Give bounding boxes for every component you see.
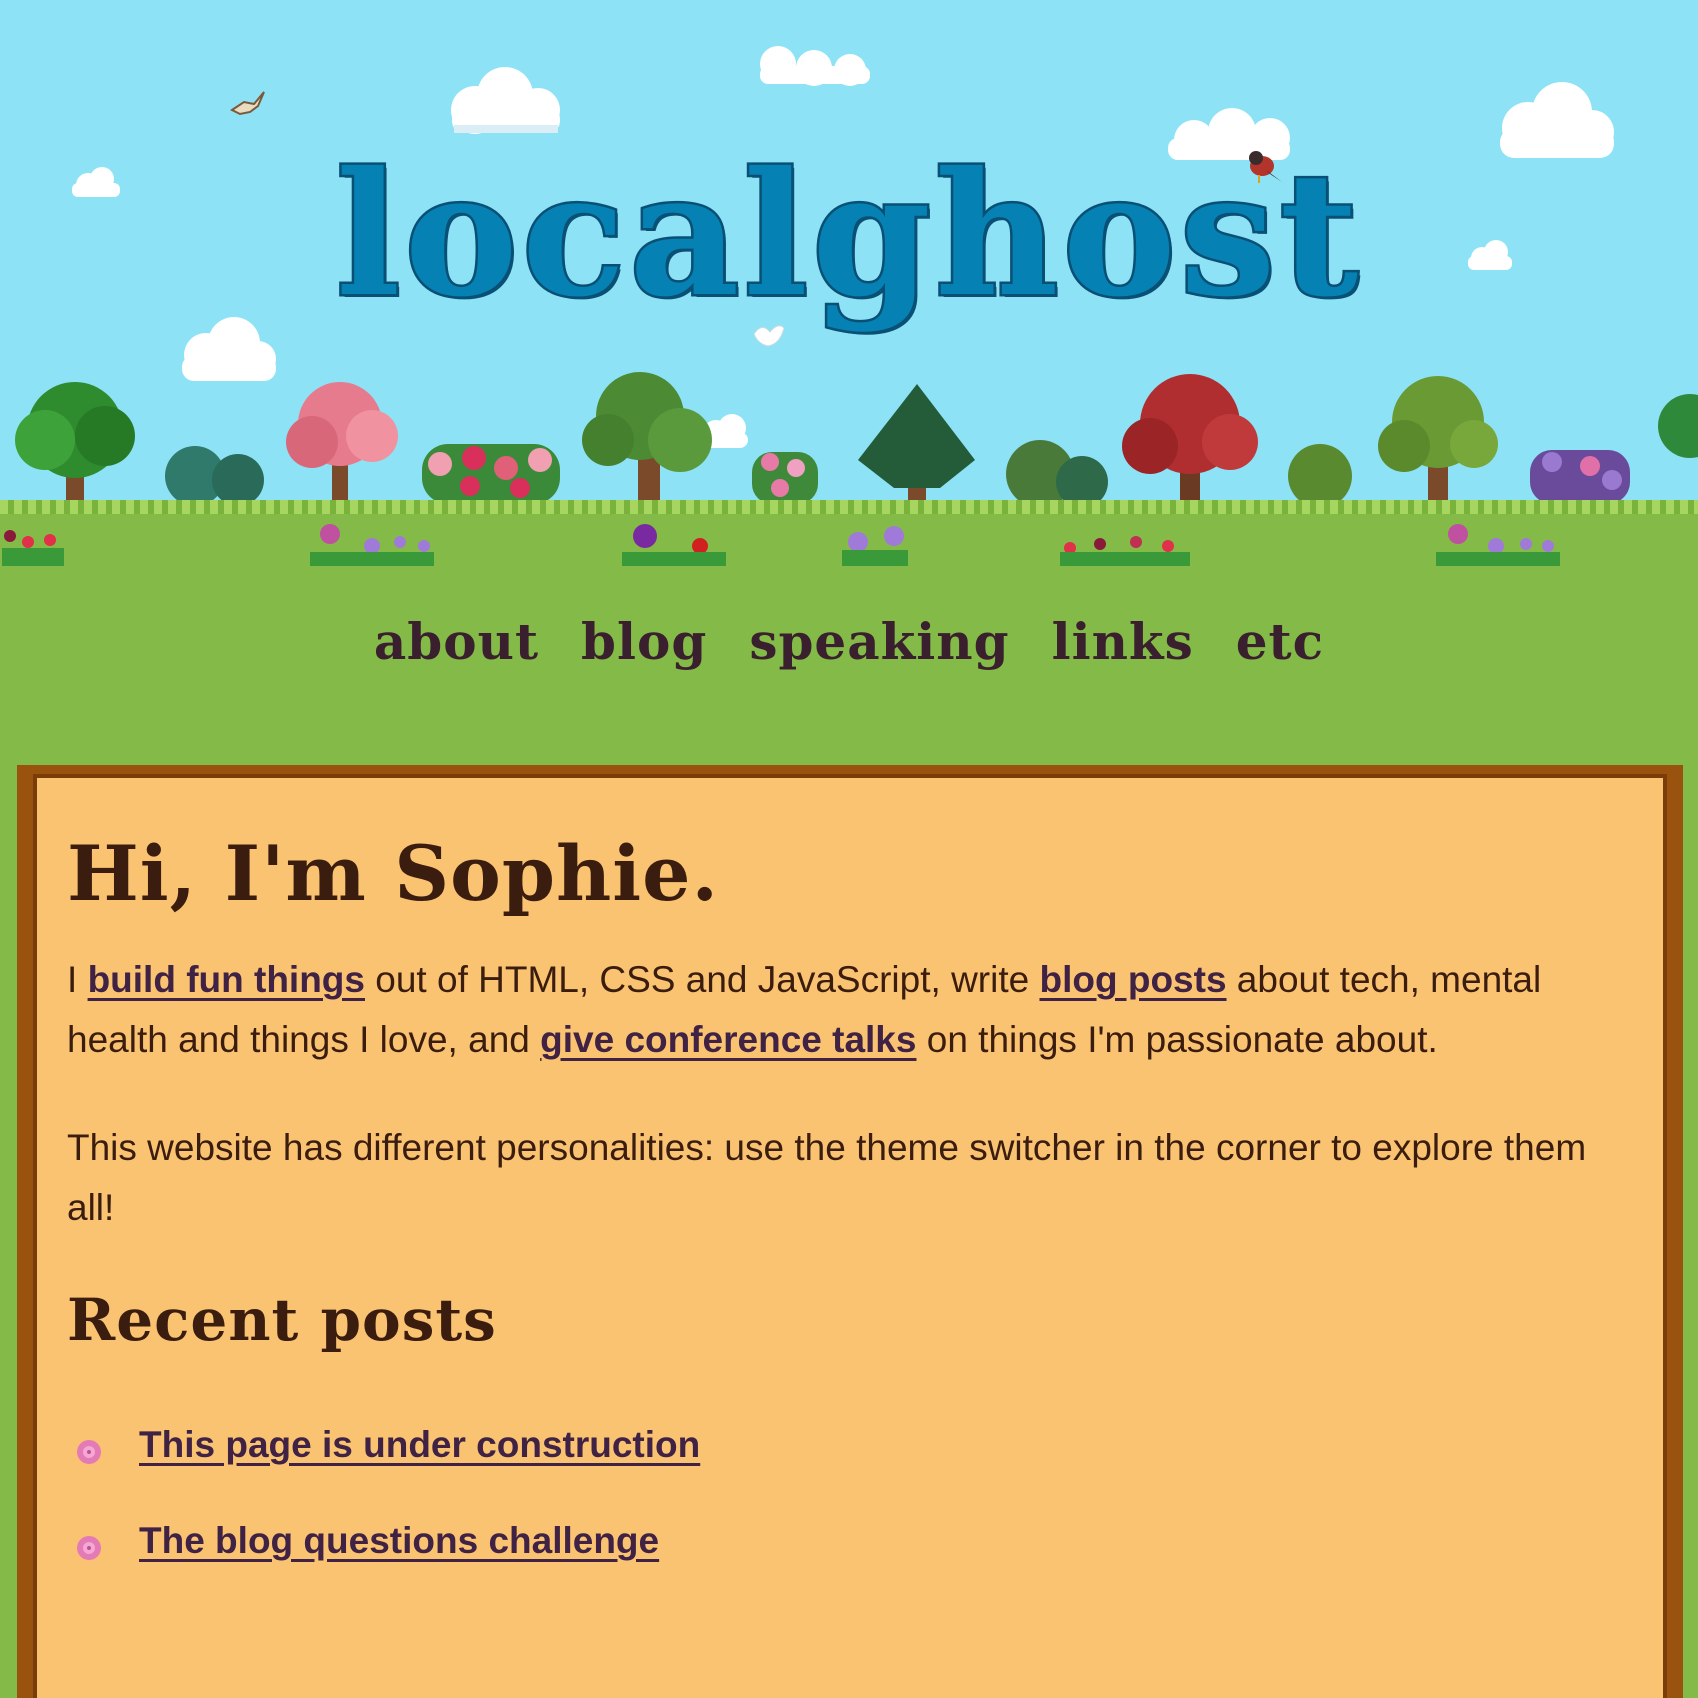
recent-posts-heading: Recent posts [67, 1286, 497, 1354]
flower-icon [1436, 524, 1560, 566]
flower-bullet-icon [75, 1438, 103, 1466]
nav-links[interactable]: links [1052, 612, 1194, 671]
conference-talks-link[interactable]: give conference talks [540, 1019, 916, 1060]
tree-icon [1378, 376, 1498, 504]
post-link[interactable]: The blog questions challenge [139, 1520, 659, 1561]
flower-icon [842, 526, 908, 566]
bird-icon [230, 88, 266, 122]
post-link[interactable]: This page is under construction [139, 1424, 700, 1465]
blog-posts-link[interactable]: blog posts [1039, 959, 1226, 1000]
tree-line [0, 370, 1698, 514]
tree-icon [286, 382, 398, 504]
flower-icon [1060, 536, 1190, 566]
flower-icon [2, 530, 64, 566]
flower-icon [622, 524, 726, 566]
list-item: This page is under construction [67, 1424, 1633, 1520]
page-title: Hi, I'm Sophie. [67, 829, 719, 918]
tree-icon [582, 372, 712, 504]
content-panel: Hi, I'm Sophie. I build fun things out o… [17, 765, 1683, 1698]
tree-icon [1658, 394, 1698, 458]
bush-icon [1530, 450, 1630, 504]
nav-blog[interactable]: blog [581, 612, 707, 671]
nav-etc[interactable]: etc [1236, 612, 1324, 671]
bush-icon [1006, 440, 1108, 508]
tree-icon [1122, 374, 1258, 504]
intro-text: on things I'm passionate about. [916, 1019, 1438, 1060]
list-item: The blog questions challenge [67, 1520, 1633, 1616]
nav-speaking[interactable]: speaking [749, 612, 1009, 671]
intro-text: out of HTML, CSS and JavaScript, write [365, 959, 1040, 1000]
flower-icon [310, 524, 434, 566]
tree-icon [15, 382, 135, 504]
main-nav: about blog speaking links etc [0, 612, 1698, 671]
bush-icon [165, 446, 264, 506]
build-fun-things-link[interactable]: build fun things [88, 959, 365, 1000]
cloud-icon [750, 44, 878, 88]
cloud-icon [440, 65, 570, 137]
bush-icon [1288, 444, 1352, 508]
bush-icon [422, 444, 560, 504]
theme-paragraph: This website has different personalities… [67, 1127, 1587, 1228]
nav-about[interactable]: about [374, 612, 539, 671]
flower-row [0, 520, 1698, 574]
intro-paragraph: I build fun things out of HTML, CSS and … [67, 950, 1587, 1070]
flower-bullet-icon [75, 1534, 103, 1562]
grass-edge [0, 500, 1698, 514]
intro-text: I [67, 959, 88, 1000]
recent-posts-list: This page is under construction The blog… [67, 1424, 1633, 1616]
site-title[interactable]: localghost [0, 148, 1698, 323]
bush-icon [752, 452, 818, 504]
tree-icon [858, 384, 975, 504]
